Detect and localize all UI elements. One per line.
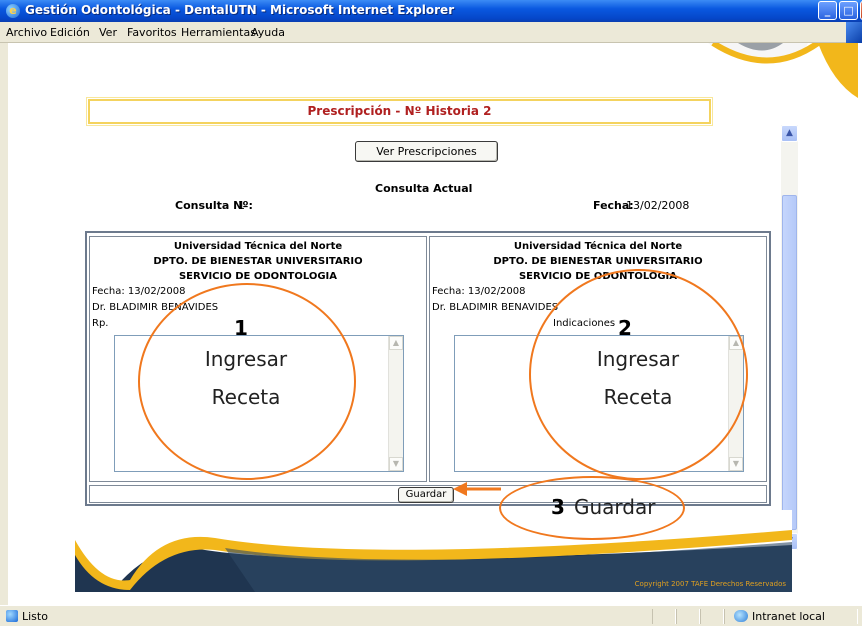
- window-title: Gestión Odontológica - DentalUTN - Micro…: [25, 3, 455, 17]
- section-title: Consulta Actual: [375, 182, 473, 195]
- prescription-date: Fecha: 13/02/2008: [92, 286, 186, 297]
- menu-favoritos[interactable]: Favoritos: [127, 26, 177, 39]
- textarea-scroll-up-icon[interactable]: ▲: [389, 336, 403, 350]
- status-text: Listo: [22, 610, 48, 623]
- textarea-scroll-down-icon[interactable]: ▼: [389, 457, 403, 471]
- page-icon: [6, 610, 18, 622]
- university-name: Universidad Técnica del Norte: [513, 241, 683, 252]
- maximize-button[interactable]: □: [839, 1, 858, 20]
- annotation-ellipse-2: [529, 269, 748, 480]
- service-name: SERVICIO DE ODONTOLOGIA: [178, 271, 338, 282]
- menu-archivo[interactable]: Archivo: [6, 26, 47, 39]
- footer-copyright: Copyright 2007 TAFE Derechos Reservados: [634, 580, 786, 588]
- intranet-zone-icon: [734, 610, 748, 622]
- status-segment: [652, 609, 676, 624]
- department-name: DPTO. DE BIENESTAR UNIVERSITARIO: [493, 256, 703, 267]
- page-scrollbar[interactable]: ▲ ▼: [781, 125, 798, 550]
- scroll-up-arrow-icon[interactable]: ▲: [781, 125, 798, 142]
- university-name: Universidad Técnica del Norte: [173, 241, 343, 252]
- menu-ayuda[interactable]: Ayuda: [251, 26, 285, 39]
- menu-herramientas[interactable]: Herramientas: [181, 26, 256, 39]
- annotation-step-2-number: 2: [618, 316, 632, 340]
- menu-ver[interactable]: Ver: [99, 26, 117, 39]
- browser-window: e Gestión Odontológica - DentalUTN - Mic…: [0, 0, 862, 626]
- annotation-step-1-number: 1: [234, 316, 248, 340]
- status-zone-text: Intranet local: [752, 610, 825, 623]
- consulta-value: 1: [238, 199, 245, 212]
- annotation-step-3-number: 3: [551, 495, 565, 519]
- windows-logo-icon: [846, 22, 862, 43]
- title-bar: e Gestión Odontológica - DentalUTN - Mic…: [0, 0, 862, 22]
- menu-bar: Archivo Edición Ver Favoritos Herramient…: [0, 22, 862, 43]
- footer-banner: Copyright 2007 TAFE Derechos Reservados: [75, 510, 792, 592]
- prescription-date: Fecha: 13/02/2008: [432, 286, 526, 297]
- minimize-button[interactable]: _: [818, 1, 837, 20]
- annotation-step-1-line2: Receta: [211, 385, 281, 409]
- top-swoosh-decoration: [708, 43, 858, 98]
- doctor-name: Dr. BLADIMIR BENAVIDES: [432, 302, 559, 313]
- menu-edicion[interactable]: Edición: [50, 26, 90, 39]
- page-title: Prescripción - Nº Historia 2: [86, 97, 713, 126]
- scrollbar-thumb[interactable]: [782, 195, 797, 530]
- annotation-ellipse-1: [138, 283, 356, 480]
- ie-icon: e: [6, 4, 20, 18]
- department-name: DPTO. DE BIENESTAR UNIVERSITARIO: [153, 256, 363, 267]
- status-segment: [700, 609, 724, 624]
- status-segment: [676, 609, 700, 624]
- page-viewport: ▲ ▼ Prescripción - Nº Historia 2 Ver Pre…: [8, 43, 862, 605]
- annotation-step-3-text: Guardar: [574, 495, 656, 519]
- annotation-arrow-icon: [453, 482, 501, 496]
- status-bar: Listo Intranet local: [0, 605, 862, 626]
- annotation-step-2-line1: Ingresar: [596, 347, 680, 371]
- view-prescriptions-button[interactable]: Ver Prescripciones: [355, 141, 498, 162]
- fecha-value: 13/02/2008: [626, 199, 690, 212]
- rp-label: Rp.: [92, 318, 109, 329]
- textarea-scroll-down-icon[interactable]: ▼: [729, 457, 743, 471]
- textarea-scrollbar[interactable]: ▲ ▼: [388, 336, 403, 471]
- save-button[interactable]: Guardar: [398, 487, 454, 503]
- annotation-step-2-line2: Receta: [603, 385, 673, 409]
- annotation-step-1-line1: Ingresar: [204, 347, 288, 371]
